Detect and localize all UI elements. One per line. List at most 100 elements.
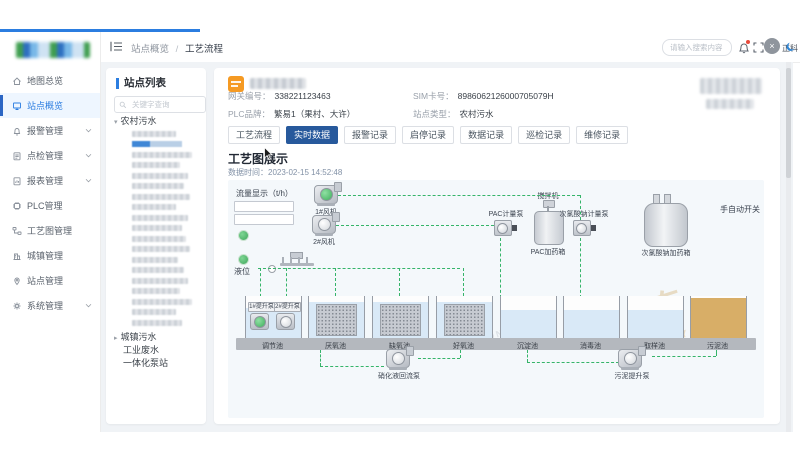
tree-item-redacted[interactable]	[132, 257, 178, 263]
signal-line	[580, 195, 581, 220]
gateway-field: 网关编号：338221123463	[228, 90, 331, 102]
sidebar-item-label: 地图总览	[27, 74, 63, 87]
caret-collapsed-icon[interactable]: ▸	[114, 335, 118, 342]
tank-label: 好氧池	[435, 341, 492, 351]
tab-maintenance-records[interactable]: 维修记录	[576, 126, 628, 144]
scrollbar[interactable]	[786, 62, 791, 432]
sidebar-item-station-mgmt[interactable]: 站点管理	[0, 268, 100, 293]
sidebar-item-report-mgmt[interactable]: 报表管理	[0, 168, 100, 193]
sim-value: 8986062126000705079H	[458, 91, 554, 101]
fullscreen-icon[interactable]	[753, 42, 764, 53]
sidebar-item-label: 报表管理	[27, 174, 63, 187]
notification-bell-icon[interactable]	[738, 41, 750, 54]
tank-regulation: 1#提升泵 2#提升泵	[245, 296, 302, 339]
biofilm-media	[444, 304, 485, 336]
tree-node-industrial-wastewater[interactable]: 工业废水	[123, 343, 159, 356]
process-diagram: 东 INDUSTRY CONTROL 流量显示（t/h） 液位 1#风机 2#风…	[228, 180, 764, 418]
sidebar-item-label: 报警管理	[27, 124, 63, 137]
tab-start-stop-records[interactable]: 启停记录	[402, 126, 454, 144]
nitrification-reflux-pump	[386, 349, 410, 368]
scrollbar-thumb[interactable]	[786, 68, 791, 178]
sidebar-item-inspection-mgmt[interactable]: 点检管理	[0, 143, 100, 168]
plc-brand-label: PLC品牌：	[228, 109, 270, 119]
station-search-input[interactable]	[130, 99, 201, 110]
tree-item-redacted[interactable]	[132, 309, 176, 315]
avatar-glyph: ×	[769, 41, 774, 51]
tree-item-redacted[interactable]	[132, 183, 184, 189]
signal-line	[652, 356, 716, 357]
tree-item-redacted[interactable]	[132, 320, 182, 326]
signal-line	[460, 350, 461, 358]
signal-line	[258, 268, 460, 269]
user-avatar[interactable]: ×	[764, 38, 780, 54]
sidebar-item-system-mgmt[interactable]: 系统管理	[0, 293, 100, 318]
tab-data-records[interactable]: 数据记录	[460, 126, 512, 144]
plc-brand-field: PLC品牌： 繁易1（果村、大许）	[228, 108, 355, 120]
tree-item-redacted[interactable]	[132, 141, 206, 147]
dark-mode-moon-icon[interactable]	[785, 41, 797, 53]
plc-brand-value: 繁易1（果村、大许）	[274, 109, 355, 119]
sidebar-item-map-overview[interactable]: 地图总览	[0, 68, 100, 93]
gateway-label: 网关编号：	[228, 91, 271, 101]
tree-node-integrated-pump-station[interactable]: 一体化泵站	[123, 356, 168, 369]
tree-item-redacted[interactable]	[132, 162, 180, 168]
tank-label: 厌氧池	[307, 341, 364, 351]
sidebar-item-site-overview[interactable]: 站点概览	[0, 93, 100, 118]
biofilm-media	[380, 304, 421, 336]
site-overview-icon	[12, 101, 22, 111]
signal-line	[338, 195, 580, 196]
app-window: 地图总览 站点概览 报警管理 点检管理 报表管理	[0, 0, 800, 450]
tree-item-redacted[interactable]	[132, 204, 176, 210]
station-list-panel: 站点列表 ▾农村污水 ▸城镇污水 工业废水 一体化泵站	[106, 68, 206, 424]
tree-item-redacted[interactable]	[132, 173, 188, 179]
tree-item-redacted[interactable]	[132, 131, 176, 137]
tab-process-flow[interactable]: 工艺流程	[228, 126, 280, 144]
tree-item-redacted[interactable]	[132, 236, 186, 242]
station-type-value: 农村污水	[460, 109, 494, 119]
tree-node-town-sewage[interactable]: ▸城镇污水	[114, 330, 157, 343]
tank-aerobic	[436, 296, 493, 339]
checklist-icon	[12, 151, 22, 161]
breadcrumb-site-overview[interactable]: 站点概览	[131, 44, 169, 55]
tank-label: 调节池	[244, 341, 301, 351]
sidebar-collapse-icon[interactable]	[110, 41, 123, 52]
tree-item-redacted[interactable]	[132, 246, 190, 252]
pac-dosing-tank	[534, 200, 562, 244]
tank-sampling	[627, 296, 684, 339]
biofilm-media	[316, 304, 357, 336]
sidebar-item-label: 站点概览	[27, 99, 63, 112]
tab-inspection-records[interactable]: 巡检记录	[518, 126, 570, 144]
header-action-redacted[interactable]	[706, 99, 754, 109]
sidebar-item-process-diagram-mgmt[interactable]: 工艺图管理	[0, 218, 100, 243]
tree-item-redacted[interactable]	[132, 267, 184, 273]
sidebar-nav: 地图总览 站点概览 报警管理 点检管理 报表管理	[0, 68, 100, 318]
tree-item-redacted[interactable]	[132, 215, 188, 221]
global-search-input[interactable]	[668, 42, 726, 53]
signal-line	[500, 238, 501, 298]
tree-node-label: 城镇污水	[121, 332, 157, 342]
tree-item-redacted[interactable]	[132, 194, 190, 200]
sidebar-item-plc-mgmt[interactable]: PLC管理	[0, 193, 100, 218]
tree-item-redacted[interactable]	[132, 299, 192, 305]
tree-item-redacted[interactable]	[132, 288, 180, 294]
sidebar-item-town-mgmt[interactable]: 城镇管理	[0, 243, 100, 268]
signal-line	[418, 358, 460, 359]
tab-realtime-data[interactable]: 实时数据	[286, 126, 338, 144]
status-indicator	[238, 230, 249, 241]
pac-metering-pump	[494, 220, 512, 236]
tank-label: 消毒池	[562, 341, 619, 351]
sidebar-item-alarm-mgmt[interactable]: 报警管理	[0, 118, 100, 143]
header-action-redacted[interactable]	[700, 78, 762, 94]
sidebar-item-label: 点检管理	[27, 149, 63, 162]
tab-alarm-records[interactable]: 报警记录	[344, 126, 396, 144]
map-icon	[12, 76, 22, 86]
naclo-dosing-tank	[644, 194, 686, 246]
gear-icon	[12, 301, 22, 311]
breadcrumb: 站点概览 / 工艺流程	[131, 41, 223, 55]
tree-item-redacted[interactable]	[132, 225, 182, 231]
tree-item-redacted[interactable]	[132, 152, 192, 158]
tree-item-redacted[interactable]	[132, 278, 188, 284]
signal-line	[580, 238, 581, 298]
caret-expanded-icon[interactable]: ▾	[114, 119, 118, 126]
map-pin-icon	[12, 276, 22, 286]
